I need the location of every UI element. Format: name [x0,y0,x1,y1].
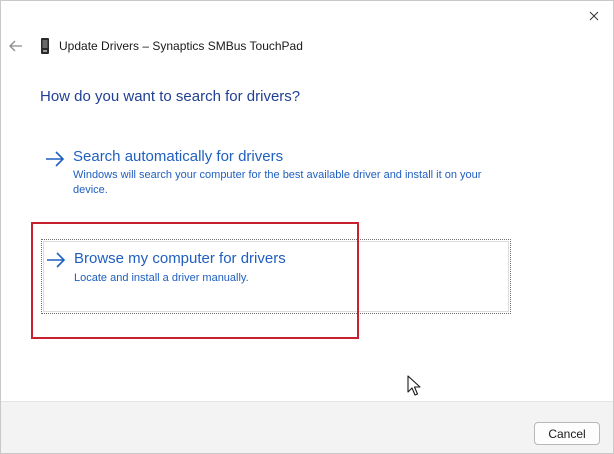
update-drivers-dialog: Update Drivers – Synaptics SMBus TouchPa… [0,0,614,454]
close-icon [589,11,599,21]
device-driver-icon [41,38,49,54]
option-title: Search automatically for drivers [73,148,284,165]
back-button[interactable] [7,37,25,55]
search-automatically-option[interactable]: Search automatically for drivers Windows… [41,147,511,207]
option-description: Windows will search your computer for th… [73,169,482,196]
dialog-footer: Cancel [1,401,613,453]
dialog-title: Update Drivers – Synaptics SMBus TouchPa… [59,39,303,53]
cancel-button[interactable]: Cancel [534,422,600,445]
close-button[interactable] [581,5,607,27]
arrow-right-icon [46,151,65,167]
annotation-highlight-box [31,222,359,339]
mouse-cursor-icon [407,375,421,396]
back-arrow-icon [9,40,22,52]
page-heading: How do you want to search for drivers? [40,88,301,105]
